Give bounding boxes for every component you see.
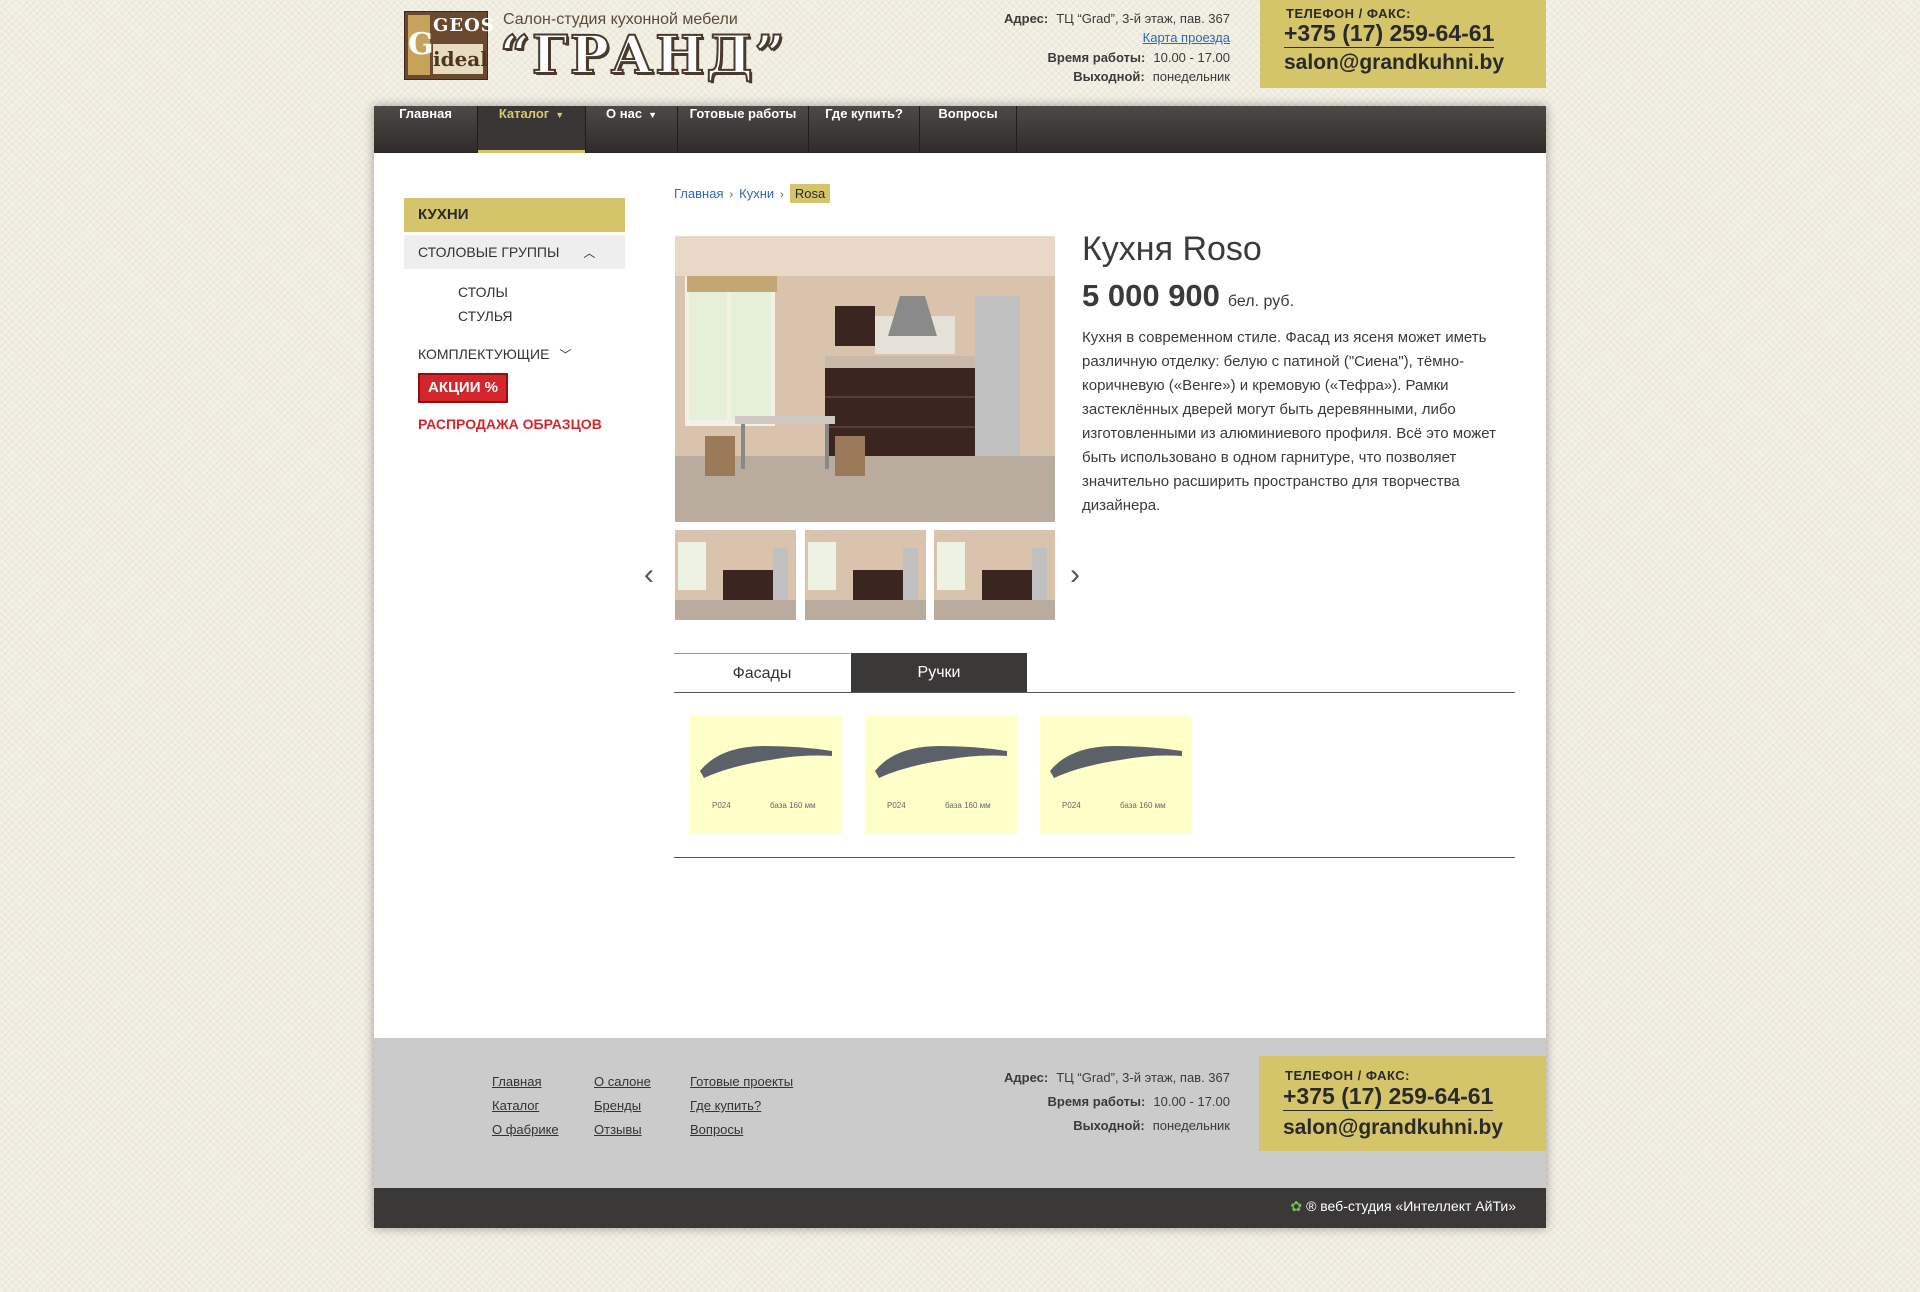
address: ТЦ “Grad”, 3-й этаж, пав. 367 xyxy=(1056,11,1230,26)
handle-code: P024 xyxy=(887,801,906,810)
sidebar-accessories[interactable]: КОМПЛЕКТУЮЩИЕ ﹀ xyxy=(418,346,571,363)
product-thumb[interactable] xyxy=(934,530,1055,620)
handle-icon xyxy=(875,746,1007,778)
footer-link-where-buy[interactable]: Где купить? xyxy=(690,1098,761,1113)
nav-about[interactable]: О нас ▼ xyxy=(586,106,678,153)
footer-link-home[interactable]: Главная xyxy=(492,1074,541,1089)
nav-catalog[interactable]: Каталог ▼ xyxy=(478,106,586,153)
footer-link-salon[interactable]: О салоне xyxy=(594,1074,651,1089)
breadcrumb-sep-icon: › xyxy=(780,189,784,201)
nav-where-buy[interactable]: Где купить? xyxy=(809,106,920,153)
product-description: Кухня в современном стиле. Фасад из ясен… xyxy=(1082,329,1496,514)
kitchen-thumb-image xyxy=(805,530,926,620)
prev-arrow-icon[interactable]: ‹ xyxy=(644,558,654,592)
sidebar-sub-chairs[interactable]: СТУЛЬЯ xyxy=(458,308,512,324)
header-info: Адрес: ТЦ “Grad”, 3-й этаж, пав. 367 Карт… xyxy=(900,10,1230,90)
dropdown-arrow-icon: ▼ xyxy=(648,110,657,120)
hours: 10.00 - 17.00 xyxy=(1153,50,1230,65)
breadcrumb-home[interactable]: Главная xyxy=(674,186,723,201)
handle-code: P024 xyxy=(712,801,731,810)
breadcrumb-kitchens[interactable]: Кухни xyxy=(739,186,774,201)
next-arrow-icon[interactable]: › xyxy=(1070,558,1080,592)
breadcrumb: Главная › Кухни › Rosa xyxy=(674,184,831,203)
kitchen-thumb-image xyxy=(934,530,1055,620)
chevron-up-icon: ︿ xyxy=(583,246,596,260)
handle-icon xyxy=(700,746,832,778)
phone[interactable]: +375 (17) 259-64-61 xyxy=(1284,20,1495,48)
product-title: Кухня Roso xyxy=(1082,230,1262,268)
brand-name[interactable]: “ГРАНД” xyxy=(499,25,787,87)
footer-link-projects[interactable]: Готовые проекты xyxy=(690,1074,793,1089)
nav-home[interactable]: Главная xyxy=(374,106,478,153)
product-price: 5 000 900 бел. руб. xyxy=(1082,278,1295,313)
logo-geos: GEOS xyxy=(433,15,495,36)
sidebar-kitchens[interactable]: КУХНИ xyxy=(404,198,625,232)
handle-base: база 160 мм xyxy=(945,801,991,810)
breadcrumb-current: Rosa xyxy=(789,184,831,203)
logo-ideal: ideal xyxy=(433,44,488,74)
footer-info: Адрес: ТЦ “Grad”, 3-й этаж, пав. 367 Врем… xyxy=(1004,1070,1230,1133)
handle-base: база 160 мм xyxy=(770,801,816,810)
footer-link-factory[interactable]: О фабрике xyxy=(492,1122,559,1137)
footer-link-faq[interactable]: Вопросы xyxy=(690,1122,743,1137)
handles-divider xyxy=(674,857,1515,858)
handle-card[interactable]: P024 база 160 мм xyxy=(1040,716,1192,834)
product-thumb[interactable] xyxy=(675,530,796,620)
content-frame: Главная Каталог ▼ О нас ▼ Готовые работы Г… xyxy=(374,106,1546,1228)
hours-label: Время работы: xyxy=(1047,50,1146,65)
logo[interactable]: G GEOS ideal xyxy=(404,11,494,80)
breadcrumb-sep-icon: › xyxy=(729,189,734,201)
footer-link-brands[interactable]: Бренды xyxy=(594,1098,641,1113)
handle-icon xyxy=(1050,746,1182,778)
dropdown-arrow-icon: ▼ xyxy=(555,110,565,120)
email[interactable]: salon@grandkuhni.by xyxy=(1284,51,1504,75)
promo-button[interactable]: АКЦИИ % xyxy=(418,373,508,403)
dayoff: понедельник xyxy=(1152,69,1230,84)
footer: Главная Каталог О фабрике О салоне Бренд… xyxy=(374,1038,1546,1188)
sidebar-sub-tables[interactable]: СТОЛЫ xyxy=(458,284,508,300)
address-label: Адрес: xyxy=(1004,11,1049,26)
main-nav: Главная Каталог ▼ О нас ▼ Готовые работы Г… xyxy=(374,106,1546,153)
logo-letter: G xyxy=(408,15,434,75)
sale-link[interactable]: РАСПРОДАЖА ОБРАЗЦОВ xyxy=(418,416,602,432)
handle-base: база 160 мм xyxy=(1120,801,1166,810)
sidebar-dining[interactable]: СТОЛОВЫЕ ГРУППЫ ︿ xyxy=(404,235,625,269)
product-main-image[interactable] xyxy=(675,236,1055,522)
kitchen-thumb-image xyxy=(675,530,796,620)
dayoff-label: Выходной: xyxy=(1073,69,1145,84)
tab-handles[interactable]: Ручки xyxy=(851,653,1027,693)
handle-code: P024 xyxy=(1062,801,1081,810)
handle-card[interactable]: P024 база 160 мм xyxy=(865,716,1017,834)
header-contact-box: ТЕЛЕФОН / ФАКС: +375 (17) 259-64-61 salo… xyxy=(1260,0,1546,88)
footer-link-reviews[interactable]: Отзывы xyxy=(594,1122,642,1137)
map-link[interactable]: Карта проезда xyxy=(1143,30,1230,45)
tab-facades[interactable]: Фасады xyxy=(674,653,850,694)
kitchen-photo xyxy=(675,236,1055,522)
currency: бел. руб. xyxy=(1227,293,1295,310)
chevron-down-icon: ﹀ xyxy=(559,348,572,362)
footer-link-catalog[interactable]: Каталог xyxy=(492,1098,539,1113)
product-thumb[interactable] xyxy=(805,530,926,620)
studio-credit[interactable]: ✿ ® веб-студия «Интеллект АйТи» xyxy=(1290,1198,1516,1215)
nav-works[interactable]: Готовые работы xyxy=(678,106,809,153)
handle-card[interactable]: P024 база 160 мм xyxy=(690,716,842,834)
tabs-divider xyxy=(674,692,1515,693)
nav-faq[interactable]: Вопросы xyxy=(920,106,1017,153)
sprout-icon: ✿ xyxy=(1290,1198,1303,1214)
footer-contact-box: ТЕЛЕФОН / ФАКС: +375 (17) 259-64-61 salo… xyxy=(1259,1056,1546,1151)
bottom-bar: ✿ ® веб-студия «Интеллект АйТи» xyxy=(374,1188,1546,1228)
contact-title: ТЕЛЕФОН / ФАКС: xyxy=(1286,6,1411,21)
